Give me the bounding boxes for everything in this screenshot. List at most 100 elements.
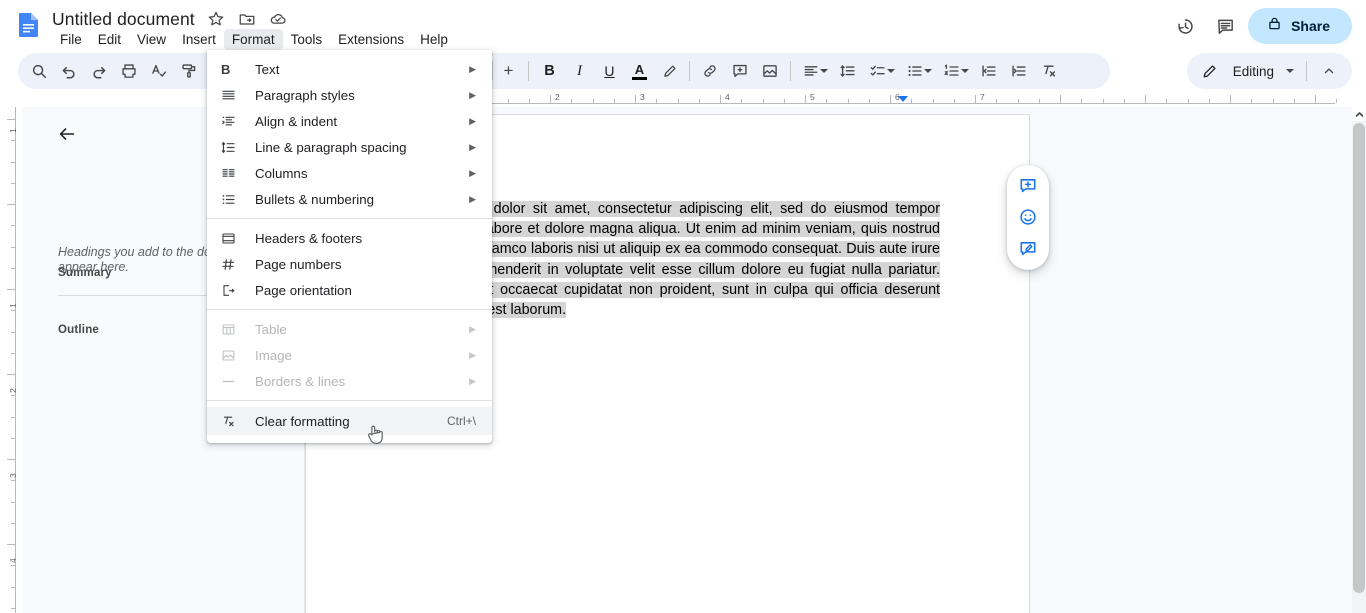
suggest-edit-icon[interactable] (1013, 234, 1043, 264)
decrease-indent-icon[interactable] (974, 56, 1004, 86)
clear-formatting-icon[interactable] (1034, 56, 1064, 86)
chevron-right-icon: ▶ (469, 115, 476, 126)
ruler-tick-minor (847, 99, 849, 103)
redo-icon[interactable] (84, 56, 114, 86)
ruler-tick-major (1060, 95, 1061, 103)
menu-item-label: Paragraph styles (255, 87, 355, 103)
text-color-label: A (634, 61, 645, 77)
menu-insert[interactable]: Insert (174, 29, 224, 50)
bold-button[interactable]: B (534, 56, 564, 86)
ruler-number: 3 (640, 92, 645, 102)
ruler-tick-minor (11, 310, 16, 312)
clear-formatting-icon (221, 412, 243, 430)
version-history-icon[interactable] (1168, 9, 1202, 43)
align-selector[interactable] (796, 56, 829, 86)
menu-item-headers-footers[interactable]: Headers & footers (207, 225, 492, 251)
search-icon[interactable] (24, 56, 54, 86)
chevron-up-icon[interactable] (1352, 107, 1366, 121)
chevron-down-icon[interactable] (1286, 69, 1294, 73)
emoji-reaction-icon[interactable] (1013, 202, 1043, 232)
ruler-tick-minor (11, 565, 16, 567)
underline-button[interactable]: U (594, 56, 624, 86)
menu-item-label: Page orientation (255, 282, 352, 298)
back-arrow-icon[interactable] (54, 121, 80, 147)
bold-text-icon: B (221, 61, 231, 77)
menu-item-shortcut: Ctrl+\ (446, 414, 476, 428)
chevron-right-icon: ▶ (469, 193, 476, 204)
format-menu-dropdown: B Text ▶ Paragraph styles ▶ Align & inde… (207, 50, 492, 443)
menu-item-align-indent[interactable]: Align & indent ▶ (207, 108, 492, 134)
ruler-tick-minor (1166, 99, 1168, 103)
print-icon[interactable] (114, 56, 144, 86)
bulleted-list-selector[interactable] (900, 56, 933, 86)
line-spacing-icon (221, 138, 243, 156)
text-color-button[interactable]: A (624, 56, 654, 86)
ruler-tick-minor (11, 501, 16, 503)
menu-item-label: Headers & footers (255, 230, 363, 246)
menu-extensions[interactable]: Extensions (330, 29, 412, 50)
vertical-scrollbar[interactable] (1352, 107, 1366, 613)
mode-divider (1306, 61, 1307, 81)
ruler-tick-major (1315, 95, 1316, 103)
menu-help[interactable]: Help (412, 29, 456, 50)
checklist-selector[interactable] (863, 56, 896, 86)
line-spacing-icon[interactable] (833, 56, 863, 86)
menu-item-page-numbers[interactable]: Page numbers (207, 251, 492, 277)
menu-item-label: Clear formatting (255, 413, 350, 429)
menu-file[interactable]: File (52, 29, 90, 50)
increase-indent-icon[interactable] (1004, 56, 1034, 86)
italic-button[interactable]: I (564, 56, 594, 86)
insert-image-icon[interactable] (755, 56, 785, 86)
menu-item-line-paragraph-spacing[interactable]: Line & paragraph spacing ▶ (207, 134, 492, 160)
ruler-tick-minor (1102, 99, 1104, 103)
ruler-tick-minor (11, 395, 16, 397)
ruler-tick-minor (996, 99, 998, 103)
menu-format[interactable]: Format (223, 29, 283, 50)
add-comment-icon[interactable] (725, 56, 755, 86)
share-button[interactable]: Share (1248, 8, 1352, 44)
menu-item-page-orientation[interactable]: Page orientation (207, 277, 492, 303)
right-indent-marker[interactable] (898, 96, 908, 102)
ruler-tick-minor (11, 437, 16, 439)
ruler-tick-minor (1081, 99, 1083, 103)
menu-item-text[interactable]: B Text ▶ (207, 56, 492, 82)
ruler-tick-minor (741, 99, 743, 103)
horizontal-ruler[interactable]: 234567 (0, 92, 1366, 107)
chevron-right-icon: ▶ (469, 141, 476, 152)
scrollbar-thumb[interactable] (1353, 123, 1365, 593)
move-to-folder-icon[interactable] (238, 10, 257, 29)
menu-view[interactable]: View (129, 29, 174, 50)
vertical-ruler[interactable]: 112345 (0, 107, 22, 613)
menu-edit[interactable]: Edit (90, 29, 129, 50)
image-icon (221, 346, 243, 364)
menu-tools[interactable]: Tools (283, 29, 331, 50)
insert-link-icon[interactable] (695, 56, 725, 86)
columns-icon (221, 164, 243, 182)
menu-item-clear-formatting[interactable]: Clear formatting Ctrl+\ (207, 407, 492, 435)
ruler-tick-minor (11, 607, 16, 609)
toolbar-divider (528, 61, 530, 81)
document-title[interactable]: Untitled document (52, 9, 195, 30)
menu-item-columns[interactable]: Columns ▶ (207, 160, 492, 186)
star-icon[interactable] (207, 10, 226, 29)
align-indent-icon (221, 112, 243, 130)
chevron-down-icon (924, 69, 933, 73)
cloud-saved-icon[interactable] (269, 10, 288, 29)
menu-item-bullets-numbering[interactable]: Bullets & numbering ▶ (207, 186, 492, 212)
menu-item-paragraph-styles[interactable]: Paragraph styles ▶ (207, 82, 492, 108)
paragraph-styles-icon (221, 86, 243, 104)
ruler-tick-major (7, 459, 16, 460)
numbered-list-selector[interactable] (937, 56, 970, 86)
undo-icon[interactable] (54, 56, 84, 86)
spellcheck-icon[interactable] (144, 56, 174, 86)
collapse-toolbar-icon[interactable] (1314, 56, 1344, 86)
ruler-tick-minor (783, 99, 785, 103)
comment-history-icon[interactable] (1208, 9, 1242, 43)
editing-mode-pill[interactable]: Editing (1186, 53, 1352, 89)
ruler-tick-minor (1336, 99, 1338, 103)
add-comment-icon[interactable] (1013, 171, 1043, 201)
ruler-tick-minor (953, 99, 955, 103)
paint-format-icon[interactable] (174, 56, 204, 86)
highlight-pen-icon[interactable] (654, 56, 684, 86)
increase-font-size-button[interactable]: + (493, 56, 523, 86)
